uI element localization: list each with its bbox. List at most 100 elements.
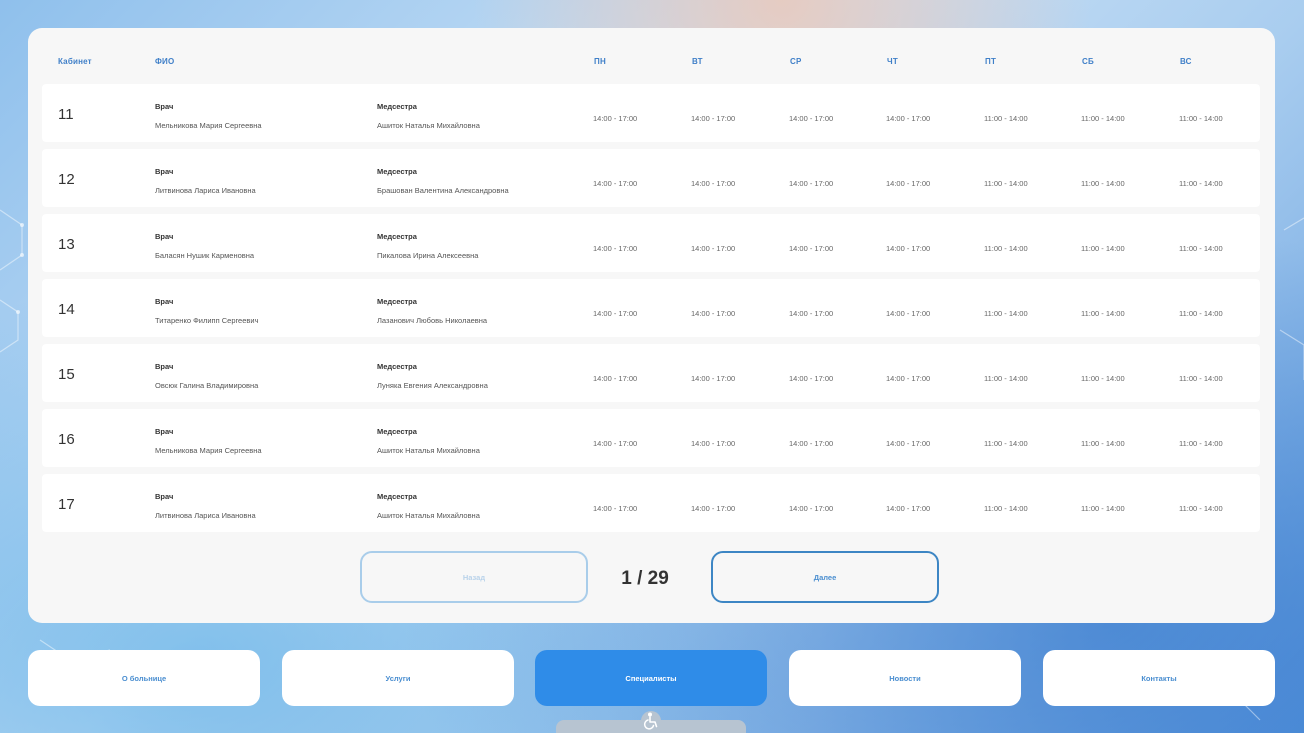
doctor-name: Баласян Нушик Карменовна [155, 251, 255, 260]
doctor-role: Врач [155, 297, 174, 306]
schedule-time: 14:00 - 17:00 [691, 504, 736, 513]
schedule-time: 14:00 - 17:00 [789, 179, 834, 188]
schedule-time: 11:00 - 14:00 [1081, 374, 1125, 383]
schedule-time: 14:00 - 17:00 [886, 244, 931, 253]
schedule-time: 14:00 - 17:00 [789, 374, 834, 383]
schedule-panel: Кабинет ФИО ПН ВТ СР ЧТ ПТ СБ ВС 11 Врач М… [28, 28, 1275, 623]
nurse-role: Медсестра [377, 167, 417, 176]
schedule-time: 14:00 - 17:00 [691, 374, 736, 383]
schedule-time: 11:00 - 14:00 [984, 504, 1028, 513]
schedule-time: 11:00 - 14:00 [1081, 179, 1125, 188]
schedule-time: 11:00 - 14:00 [1081, 439, 1125, 448]
nav-label: Контакты [1141, 673, 1177, 683]
nav-services[interactable]: Услуги [282, 650, 514, 706]
schedule-time: 11:00 - 14:00 [1179, 114, 1223, 123]
nurse-name: Луняка Евгения Александровна [377, 381, 488, 390]
next-page-button[interactable]: Далее [711, 551, 939, 603]
cabinet-number: 12 [58, 171, 75, 188]
nurse-role: Медсестра [377, 297, 417, 306]
header-day-wed: СР [790, 57, 802, 66]
header-cabinet: Кабинет [58, 57, 92, 66]
table-row: 17 Врач Литвинова Лариса Ивановна Медсестра… [42, 474, 1260, 532]
table-header: Кабинет ФИО ПН ВТ СР ЧТ ПТ СБ ВС [28, 28, 1275, 84]
doctor-role: Врач [155, 362, 174, 371]
nav-label: Специалисты [625, 673, 677, 683]
cabinet-number: 15 [58, 366, 75, 383]
schedule-time: 14:00 - 17:00 [789, 309, 834, 318]
doctor-name: Литвинова Лариса Ивановна [155, 511, 256, 520]
schedule-time: 14:00 - 17:00 [886, 439, 931, 448]
nurse-name: Лазанович Любовь Николаевна [377, 316, 488, 325]
nav-specialists[interactable]: Специалисты [535, 650, 767, 706]
schedule-time: 14:00 - 17:00 [886, 504, 931, 513]
table-row: 16 Врач Мельникова Мария Сергеевна Медсестр… [42, 409, 1260, 467]
nav-contacts[interactable]: Контакты [1043, 650, 1275, 706]
schedule-time: 11:00 - 14:00 [1179, 439, 1223, 448]
schedule-time: 14:00 - 17:00 [886, 114, 931, 123]
schedule-time: 11:00 - 14:00 [1179, 504, 1223, 513]
doctor-role: Врач [155, 102, 174, 111]
nurse-role: Медсестра [377, 102, 417, 111]
schedule-time: 14:00 - 17:00 [593, 244, 638, 253]
schedule-time: 11:00 - 14:00 [1179, 374, 1223, 383]
cabinet-number: 17 [58, 496, 75, 513]
schedule-time: 14:00 - 17:00 [789, 114, 834, 123]
schedule-time: 14:00 - 17:00 [789, 504, 834, 513]
schedule-time: 11:00 - 14:00 [1081, 114, 1125, 123]
table-row: 13 Врач Баласян Нушик Карменовна Медсестра П… [42, 214, 1260, 272]
nav-label: Новости [889, 673, 921, 683]
nurse-role: Медсестра [377, 362, 417, 371]
doctor-name: Литвинова Лариса Ивановна [155, 186, 256, 195]
schedule-time: 11:00 - 14:00 [1179, 179, 1223, 188]
table-row: 15 Врач Овсюк Галина Владимировна Медсестра… [42, 344, 1260, 402]
table-row: 12 Врач Литвинова Лариса Ивановна Медсестра… [42, 149, 1260, 207]
nav-label: Услуги [385, 673, 411, 683]
nurse-role: Медсестра [377, 427, 417, 436]
doctor-name: Овсюк Галина Владимировна [155, 381, 259, 390]
schedule-time: 14:00 - 17:00 [593, 504, 638, 513]
schedule-time: 14:00 - 17:00 [691, 179, 736, 188]
schedule-time: 11:00 - 14:00 [1081, 504, 1125, 513]
header-day-mon: ПН [594, 57, 606, 66]
table-row: 14 Врач Титаренко Филипп Сергеевич Медсестр… [42, 279, 1260, 337]
table-row: 11 Врач Мельникова Мария Сергеевна Медсестр… [42, 84, 1260, 142]
header-day-sun: ВС [1180, 57, 1192, 66]
schedule-time: 11:00 - 14:00 [1179, 309, 1223, 318]
schedule-time: 11:00 - 14:00 [1081, 309, 1125, 318]
page-indicator: 1 / 29 [621, 568, 669, 589]
schedule-time: 14:00 - 17:00 [593, 374, 638, 383]
nurse-role: Медсестра [377, 232, 417, 241]
doctor-name: Мельникова Мария Сергеевна [155, 121, 262, 130]
header-day-thu: ЧТ [887, 57, 898, 66]
schedule-time: 14:00 - 17:00 [886, 179, 931, 188]
doctor-role: Врач [155, 232, 174, 241]
schedule-time: 11:00 - 14:00 [984, 374, 1028, 383]
schedule-time: 11:00 - 14:00 [1179, 244, 1223, 253]
schedule-time: 14:00 - 17:00 [789, 439, 834, 448]
nurse-name: Ашиток Наталья Михайловна [377, 446, 480, 455]
doctor-role: Врач [155, 167, 174, 176]
prev-page-button[interactable]: Назад [360, 551, 588, 603]
header-fio: ФИО [155, 57, 175, 66]
doctor-role: Врач [155, 427, 174, 436]
schedule-time: 11:00 - 14:00 [984, 114, 1028, 123]
nurse-name: Пикалова Ирина Алексеевна [377, 251, 479, 260]
schedule-time: 11:00 - 14:00 [984, 309, 1028, 318]
wheelchair-icon[interactable] [643, 712, 659, 730]
schedule-time: 14:00 - 17:00 [593, 439, 638, 448]
nav-about-hospital[interactable]: О больнице [28, 650, 260, 706]
schedule-time: 14:00 - 17:00 [691, 114, 736, 123]
schedule-time: 14:00 - 17:00 [691, 439, 736, 448]
nurse-name: Брашован Валентина Александровна [377, 186, 509, 195]
schedule-time: 14:00 - 17:00 [886, 374, 931, 383]
schedule-time: 14:00 - 17:00 [593, 179, 638, 188]
schedule-time: 14:00 - 17:00 [691, 309, 736, 318]
nav-news[interactable]: Новости [789, 650, 1021, 706]
schedule-time: 11:00 - 14:00 [1081, 244, 1125, 253]
header-day-sat: СБ [1082, 57, 1094, 66]
nurse-name: Ашиток Наталья Михайловна [377, 511, 480, 520]
doctor-role: Врач [155, 492, 174, 501]
nurse-role: Медсестра [377, 492, 417, 501]
cabinet-number: 11 [58, 106, 74, 123]
header-day-tue: ВТ [692, 57, 703, 66]
